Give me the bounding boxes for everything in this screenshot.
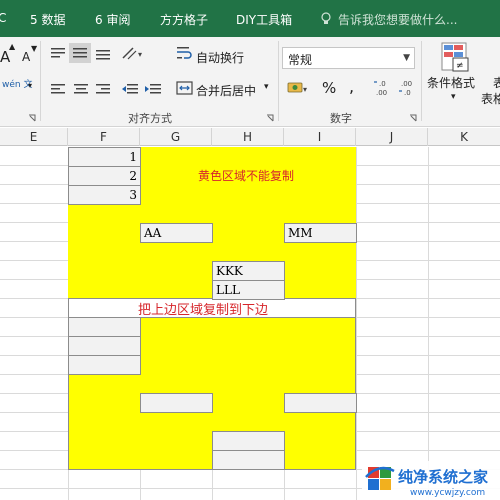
group-divider — [40, 41, 41, 121]
chevron-down-icon: ▾ — [28, 81, 33, 90]
number-group-label: 数字 — [330, 112, 352, 125]
watermark-url: www.ycwjzy.com — [410, 488, 485, 498]
column-header-i[interactable]: I — [284, 128, 356, 146]
number-format-select[interactable]: 常规 ▼ — [282, 47, 415, 69]
percent-button[interactable]: % — [322, 79, 336, 97]
cell-f-empty-1[interactable] — [68, 317, 141, 337]
merge-center-icon — [176, 81, 193, 95]
currency-icon[interactable]: ▾ — [287, 80, 309, 96]
svg-text:▾: ▾ — [303, 85, 307, 94]
tab-review[interactable]: 6 审阅 — [95, 11, 130, 28]
alignment-group-label: 对齐方式 — [128, 112, 172, 125]
dialog-launcher-icon[interactable] — [266, 114, 275, 123]
no-copy-note: 黄色区域不能复制 — [198, 169, 295, 183]
increase-indent-icon[interactable] — [144, 81, 162, 97]
merge-center-button[interactable]: 合并后居中 — [196, 82, 256, 99]
format-table-fragment[interactable]: 表 — [493, 74, 500, 91]
chevron-down-icon: ▾ — [451, 92, 456, 102]
cell-f-empty-3[interactable] — [68, 355, 141, 375]
watermark-name: 纯净系统之家 — [398, 468, 488, 486]
decrease-font-button[interactable]: A — [22, 50, 30, 64]
chevron-down-icon: ▼ — [403, 53, 410, 63]
align-middle-button[interactable] — [69, 43, 91, 63]
orientation-icon[interactable]: ▾ — [120, 45, 146, 61]
cell-f-empty-2[interactable] — [68, 336, 141, 356]
gridline — [428, 147, 429, 500]
group-divider — [421, 41, 422, 121]
worksheet-grid[interactable]: 把上边区域复制到下边 黄色区域不能复制 1 2 3 AA MM KKK LLL — [0, 147, 500, 500]
tab-diy-toolbox[interactable]: DIY工具箱 — [236, 11, 292, 28]
column-header-f[interactable]: F — [68, 128, 140, 146]
cell-h-empty-2[interactable] — [212, 450, 285, 470]
format-table-fragment-2: 表格 — [481, 92, 500, 106]
column-header-j[interactable]: J — [356, 128, 428, 146]
instruction-note: 把上边区域复制到下边 — [138, 303, 269, 318]
column-header-row: E F G H I J K — [0, 128, 500, 146]
comma-button[interactable]: , — [349, 77, 354, 96]
chevron-down-icon[interactable]: ▾ — [264, 82, 269, 92]
site-watermark-logo: 纯净系统之家 www.ycwjzy.com — [362, 461, 500, 500]
decrease-indent-icon[interactable] — [121, 81, 139, 97]
caret-down-icon: ▼ — [31, 44, 38, 53]
cell-h-empty-1[interactable] — [212, 431, 285, 451]
svg-text:.00: .00 — [401, 80, 412, 88]
cell-f-3[interactable]: 3 — [68, 185, 141, 205]
lightbulb-icon — [321, 12, 331, 24]
align-left-icon[interactable] — [49, 81, 67, 97]
wrap-text-icon — [177, 47, 192, 59]
cell-i-empty[interactable] — [284, 393, 357, 413]
decrease-decimal-icon[interactable]: .00.0 — [398, 78, 420, 98]
align-center-icon[interactable] — [72, 81, 90, 97]
svg-text:▾: ▾ — [138, 50, 142, 59]
dialog-launcher-icon[interactable] — [28, 114, 37, 123]
cell-f-2[interactable]: 2 — [68, 166, 141, 186]
wrap-text-button[interactable]: 自动换行 — [196, 49, 244, 66]
svg-text:.00: .00 — [376, 89, 387, 97]
cell-h-lll[interactable]: LLL — [212, 280, 285, 300]
tab-data[interactable]: 5 数据 — [30, 11, 65, 28]
cell-g-aa[interactable]: AA — [140, 223, 213, 243]
ribbon-tab-bar: C 5 数据 6 审阅 方方格子 DIY工具箱 告诉我您想要做什么... — [0, 0, 500, 37]
ribbon: A ▲ A ▼ wén 文 ▾ ▾ 自动换行 合并后居中 ▾ 对齐方式 常规 ▼… — [0, 37, 500, 127]
cell-i-mm[interactable]: MM — [284, 223, 357, 243]
align-right-icon[interactable] — [94, 81, 112, 97]
number-format-value: 常规 — [288, 53, 313, 67]
cell-g-empty[interactable] — [140, 393, 213, 413]
dialog-launcher-icon[interactable] — [409, 114, 418, 123]
tab-fangfang[interactable]: 方方格子 — [160, 11, 208, 28]
column-header-e[interactable]: E — [0, 128, 68, 146]
caret-up-icon: ▲ — [9, 42, 16, 51]
align-top-icon[interactable] — [49, 45, 67, 61]
column-header-k[interactable]: K — [428, 128, 500, 146]
cell-h-kkk[interactable]: KKK — [212, 261, 285, 281]
conditional-format-icon[interactable]: ≠ — [439, 41, 471, 73]
gridline — [356, 147, 357, 500]
align-bottom-icon[interactable] — [94, 45, 112, 61]
conditional-format-button[interactable]: 条件格式 — [427, 74, 475, 91]
column-header-h[interactable]: H — [212, 128, 284, 146]
svg-text:≠: ≠ — [456, 61, 464, 71]
svg-text:.0: .0 — [404, 89, 411, 97]
group-divider — [278, 41, 279, 121]
svg-text:.0: .0 — [379, 80, 386, 88]
tab-start-fragment[interactable]: C — [0, 11, 6, 25]
cell-f-1[interactable]: 1 — [68, 147, 141, 167]
increase-decimal-icon[interactable]: .0.00 — [373, 78, 395, 98]
tell-me-input[interactable]: 告诉我您想要做什么... — [338, 11, 457, 28]
column-header-g[interactable]: G — [140, 128, 212, 146]
